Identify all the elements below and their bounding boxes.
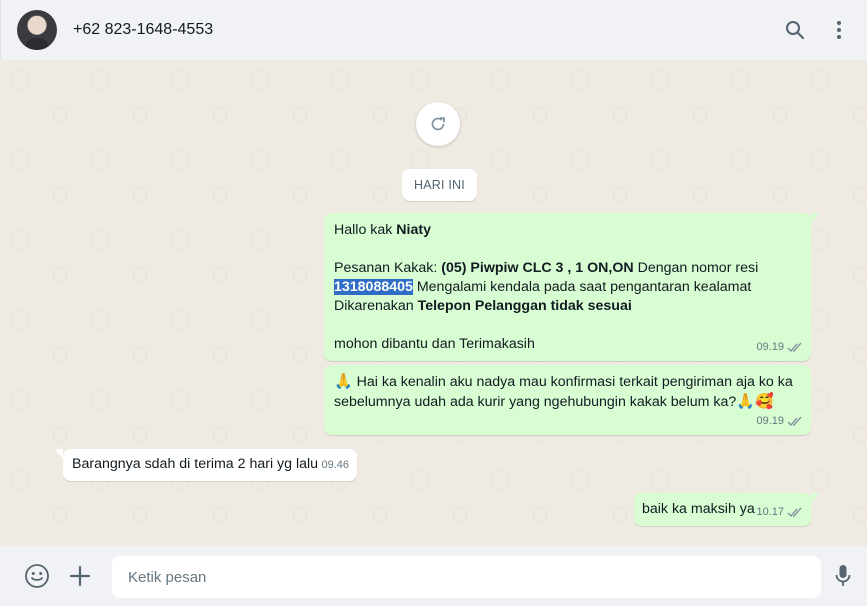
message-time: 09.46 [321,459,349,471]
message-input[interactable] [112,556,821,598]
message-text: Hallo kak [334,222,397,238]
search-icon[interactable] [783,18,807,42]
message-bubble-outgoing[interactable]: Hallo kak Niaty Pesanan Kakak: (05) Piwp… [324,213,819,361]
message-text: Hai ka kenalin aku nadya mau konfirmasi … [334,374,793,410]
bubble-tail [811,493,819,503]
attach-plus-icon[interactable] [62,558,98,594]
customer-name: Niaty [396,222,431,238]
bubble-tail [811,213,819,223]
emoji-icon[interactable] [19,558,55,594]
message-text: Barangnya sdah di terima 2 hari yg lalu [72,456,319,472]
message-text: Mengalami kendala pada saat pengantaran … [412,279,752,295]
header-actions [783,18,851,42]
message-line: 🙏 Hai ka kenalin aku nadya mau konfirmas… [334,372,801,412]
contact-avatar[interactable] [17,10,57,50]
message-line: Pesanan Kakak: (05) Piwpiw CLC 3 , 1 ON,… [334,259,801,297]
pray-emoji: 🙏 [334,372,353,390]
mic-icon[interactable] [835,564,851,593]
message-meta: 10.17 [756,503,803,522]
double-check-icon [787,416,802,427]
pray-love-emoji: 🙏🥰 [736,392,774,410]
message-text: Pesanan Kakak: [334,260,442,276]
message-line: Dikarenakan Telepon Pelanggan tidak sesu… [334,297,801,316]
contact-name[interactable]: +62 823-1648-4553 [73,21,783,39]
bubble-tail [55,449,63,459]
message-text: baik ka maksih ya [642,501,755,517]
message-text: mohon dibantu dan Terimakasih [334,336,535,352]
message-time: 10.17 [756,506,784,518]
delivery-issue: Telepon Pelanggan tidak sesuai [417,298,632,314]
message-line: mohon dibantu dan Terimakasih [334,335,801,354]
message-meta: 09.19 [756,412,803,431]
message-meta: 09.19 [756,338,803,357]
message-meta: 09.46 [321,456,349,475]
reload-button[interactable] [416,102,460,146]
message-list[interactable]: HARI INI Hallo kak Niaty Pesanan Kakak: … [0,60,867,546]
menu-dots-icon[interactable] [827,18,851,42]
order-product: (05) Piwpiw CLC 3 , 1 ON,ON [441,260,634,276]
tracking-number-selection[interactable]: 1318088405 [334,279,413,295]
message-line: Hallo kak Niaty [334,221,801,240]
refresh-icon [431,117,445,131]
message-text: Dikarenakan [334,298,418,314]
message-bubble-outgoing[interactable]: 🙏 Hai ka kenalin aku nadya mau konfirmas… [324,365,811,435]
double-check-icon [787,342,802,353]
message-bubble-incoming[interactable]: Barangnya sdah di terima 2 hari yg lalu … [55,449,357,481]
message-text: Dengan nomor resi [633,260,759,276]
message-time: 09.19 [756,341,784,353]
chat-header: +62 823-1648-4553 [0,0,867,60]
composer [0,546,867,606]
date-separator: HARI INI [402,169,477,201]
message-bubble-outgoing[interactable]: baik ka maksih ya 10.17 [634,493,819,526]
double-check-icon [787,507,802,518]
message-time: 09.19 [756,415,784,427]
